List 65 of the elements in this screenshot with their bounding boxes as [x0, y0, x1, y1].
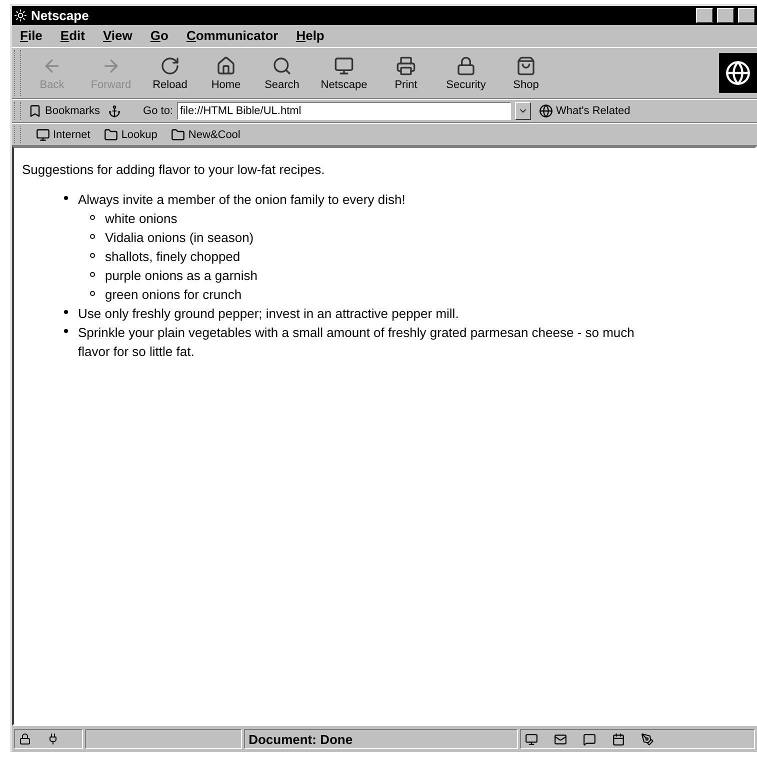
bookmark-icon	[28, 104, 42, 118]
search-icon	[272, 56, 292, 76]
lock-icon	[19, 733, 31, 745]
personal-toolbar-button[interactable]: Lookup	[100, 128, 162, 142]
anchor-icon	[108, 104, 122, 118]
bag-icon	[516, 56, 536, 76]
list-item-text: Use only freshly ground pepper; invest in an attractive pepper mill.	[78, 305, 460, 323]
bullet-icon	[90, 234, 95, 239]
whats-related-button[interactable]: What's Related	[535, 104, 634, 118]
list-item-text: purple onions as a garnish	[105, 267, 258, 285]
url-field[interactable]: file://HTML Bible/UL.html	[177, 102, 511, 120]
bullet-icon	[90, 291, 95, 296]
toolbar-grip[interactable]	[14, 50, 21, 96]
logo-icon	[719, 53, 757, 93]
bullet-icon	[64, 329, 68, 333]
folder-icon	[171, 128, 186, 142]
menu-item[interactable]: Help	[296, 28, 324, 44]
home-icon	[216, 56, 236, 76]
goto-label: Go to:	[143, 105, 173, 117]
app-icon	[14, 9, 27, 22]
chat-icon	[582, 732, 596, 746]
toolbar-button[interactable]: Search	[254, 49, 310, 97]
list-item-text: Sprinkle your plain vegetables with a small amount of freshly grated parmesan cheese - so much flavor for so little fat.	[78, 324, 636, 361]
bullet-icon	[90, 215, 95, 220]
toolbar-button[interactable]: Security	[434, 49, 498, 97]
toolbar-grip[interactable]	[14, 102, 21, 120]
globe-icon	[539, 104, 553, 118]
monitor-icon	[334, 56, 354, 76]
list-item-text: shallots, finely chopped	[105, 248, 242, 266]
status-text: Document: Done	[244, 729, 518, 749]
dropdown-button[interactable]	[515, 102, 531, 120]
bullet-icon	[64, 196, 68, 200]
calendar-icon	[612, 732, 625, 746]
print-icon	[396, 56, 416, 76]
bookmarks-button[interactable]: Bookmarks	[24, 104, 104, 118]
personal-toolbar-button[interactable]: New&Cool	[167, 128, 244, 142]
menu-item[interactable]: Go	[150, 28, 168, 44]
monitor-icon	[36, 128, 50, 142]
toolbar-button[interactable]: Print	[378, 49, 434, 97]
plug-icon	[47, 733, 59, 745]
menu-item[interactable]: View	[102, 28, 132, 44]
bullet-icon	[90, 272, 95, 277]
personal-toolbar-button[interactable]: Internet	[32, 128, 94, 142]
paragraph: Suggestions for adding flavor to your low-fat recipes.	[22, 162, 326, 177]
bullet-icon	[90, 253, 95, 258]
toolbar-button[interactable]: Home	[198, 49, 254, 97]
window-title: Netscape	[31, 8, 90, 23]
bullet-icon	[64, 310, 68, 314]
menu-item[interactable]: Edit	[60, 28, 85, 44]
toolbar-button[interactable]: Netscape	[310, 49, 378, 97]
menu-item[interactable]: File	[20, 28, 42, 44]
toolbar-button[interactable]: Shop	[498, 49, 554, 97]
pen-icon	[640, 732, 654, 746]
list-item-text: Vidalia onions (in season)	[105, 229, 255, 247]
list-item-text: green onions for crunch	[105, 286, 243, 304]
folder-icon	[104, 128, 118, 142]
mail-icon	[554, 732, 567, 746]
lock-icon	[456, 56, 476, 76]
menu-item[interactable]: Communicator	[186, 28, 278, 44]
toolbar-button[interactable]: Reload	[142, 49, 198, 97]
monitor-icon	[524, 732, 538, 746]
list-item-text: Always invite a member of the onion family to every dish!	[78, 191, 406, 209]
list-item-text: white onions	[105, 210, 178, 228]
reload-icon	[160, 56, 180, 76]
toolbar-grip[interactable]	[14, 126, 21, 143]
